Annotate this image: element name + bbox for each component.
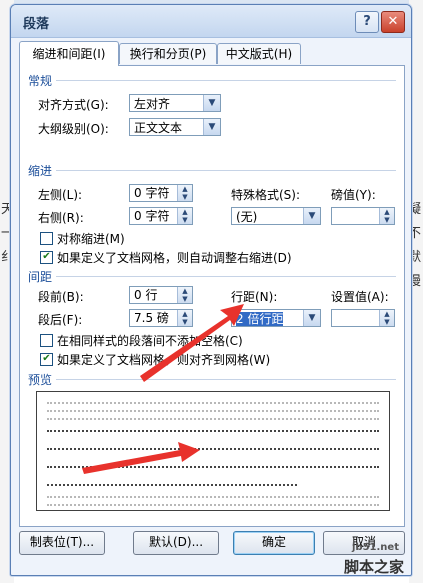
spin-arrows-icon[interactable]: ▲ ▼ xyxy=(379,208,394,224)
alignment-select[interactable]: 左对齐 ▼ xyxy=(129,94,221,112)
space-before-label: 段前(B): xyxy=(38,290,84,304)
tab-asian-typography[interactable]: 中文版式(H) xyxy=(217,43,301,64)
alignment-label: 对齐方式(G): xyxy=(38,98,109,112)
line-spacing-label: 行距(N): xyxy=(231,290,278,304)
special-indent-value: (无) xyxy=(236,210,258,224)
section-general: 常规 xyxy=(28,74,53,88)
preview-line-next xyxy=(47,504,379,506)
space-after-value: 7.5 磅 xyxy=(134,311,169,325)
tabs-button[interactable]: 制表位(T)... xyxy=(19,531,105,555)
preview-line-previous xyxy=(47,410,379,412)
dialog-title: 段落 xyxy=(23,17,50,32)
section-divider xyxy=(56,80,396,81)
indent-by-spinner[interactable]: ▲ ▼ xyxy=(331,207,395,225)
preview-line-next xyxy=(47,496,379,498)
space-after-spinner[interactable]: 7.5 磅 ▲ ▼ xyxy=(129,309,193,327)
chevron-down-icon[interactable]: ▼ xyxy=(303,208,320,224)
line-spacing-value: 2 倍行距 xyxy=(236,312,284,326)
chevron-down-icon[interactable]: ▼ xyxy=(303,310,320,326)
paragraph-preview xyxy=(36,391,390,511)
no-space-same-style-label: 在相同样式的段落间不添加空格(C) xyxy=(57,334,243,348)
set-default-button[interactable]: 默认(D)... xyxy=(133,531,219,555)
right-indent-label: 右侧(R): xyxy=(38,211,84,225)
line-spacing-select[interactable]: 2 倍行距 ▼ xyxy=(231,309,321,327)
spin-arrows-icon[interactable]: ▲ ▼ xyxy=(177,208,192,224)
preview-line-current xyxy=(47,448,379,450)
alignment-value: 左对齐 xyxy=(134,97,171,111)
no-space-same-style-checkbox[interactable] xyxy=(40,334,53,347)
outline-level-label: 大纲级别(O): xyxy=(38,122,109,136)
spin-arrows-icon[interactable]: ▲ ▼ xyxy=(177,287,192,303)
space-before-value: 0 行 xyxy=(134,288,158,302)
spacing-at-label: 设置值(A): xyxy=(331,290,389,304)
auto-right-indent-label: 如果定义了文档网格，则自动调整右缩进(D) xyxy=(57,251,292,265)
special-indent-select[interactable]: (无) ▼ xyxy=(231,207,321,225)
special-indent-label: 特殊格式(S): xyxy=(231,188,301,202)
section-spacing: 间距 xyxy=(28,270,53,284)
tab-indent-spacing[interactable]: 缩进和间距(I) xyxy=(19,41,119,66)
ok-button[interactable]: 确定 xyxy=(233,531,315,555)
preview-line-previous xyxy=(47,402,379,404)
right-indent-value: 0 字符 xyxy=(134,209,170,223)
indent-by-label: 磅值(Y): xyxy=(331,188,376,202)
mirror-indents-label: 对称缩进(M) xyxy=(57,232,125,246)
tab-line-page-breaks[interactable]: 换行和分页(P) xyxy=(119,43,217,64)
chevron-down-icon[interactable]: ▼ xyxy=(203,119,220,135)
spin-arrows-icon[interactable]: ▲ ▼ xyxy=(177,310,192,326)
space-after-label: 段后(F): xyxy=(38,313,83,327)
chevron-down-icon[interactable]: ▼ xyxy=(203,95,220,111)
outline-level-select[interactable]: 正文文本 ▼ xyxy=(129,118,221,136)
preview-line-previous xyxy=(47,418,379,420)
section-divider xyxy=(56,170,396,171)
spin-arrows-icon[interactable]: ▲ ▼ xyxy=(379,310,394,326)
spacing-at-spinner[interactable]: ▲ ▼ xyxy=(331,309,395,327)
preview-line-current xyxy=(47,430,379,432)
section-indent: 缩进 xyxy=(28,164,53,178)
help-button[interactable]: ? xyxy=(355,11,379,33)
snap-to-grid-checkbox[interactable]: ✔ xyxy=(40,353,53,366)
right-indent-spinner[interactable]: 0 字符 ▲ ▼ xyxy=(129,207,193,225)
outline-level-value: 正文文本 xyxy=(134,121,183,135)
auto-right-indent-checkbox[interactable]: ✔ xyxy=(40,251,53,264)
watermark-name: 脚本之家 xyxy=(344,558,405,576)
left-indent-spinner[interactable]: 0 字符 ▲ ▼ xyxy=(129,184,193,202)
left-indent-value: 0 字符 xyxy=(134,186,170,200)
tab-panel: 常规 对齐方式(G): 左对齐 ▼ 大纲级别(O): 正文文本 ▼ 缩进 左侧(… xyxy=(19,65,405,527)
space-before-spinner[interactable]: 0 行 ▲ ▼ xyxy=(129,286,193,304)
preview-line-current xyxy=(47,466,379,468)
close-button[interactable]: ✕ xyxy=(381,11,405,33)
snap-to-grid-label: 如果定义了文档网格，则对齐到网格(W) xyxy=(57,353,271,367)
paragraph-dialog: 段落 ? ✕ 缩进和间距(I) 换行和分页(P) 中文版式(H) 常规 对齐方式… xyxy=(10,4,412,576)
mirror-indents-checkbox[interactable] xyxy=(40,232,53,245)
title-bar[interactable]: 段落 ? ✕ xyxy=(11,5,411,38)
section-divider xyxy=(56,379,396,380)
preview-line-current xyxy=(47,484,297,486)
section-preview: 预览 xyxy=(28,373,53,387)
watermark-site: jb51.net xyxy=(352,542,399,553)
spin-arrows-icon[interactable]: ▲ ▼ xyxy=(177,185,192,201)
section-divider xyxy=(56,276,396,277)
left-indent-label: 左侧(L): xyxy=(38,188,83,202)
